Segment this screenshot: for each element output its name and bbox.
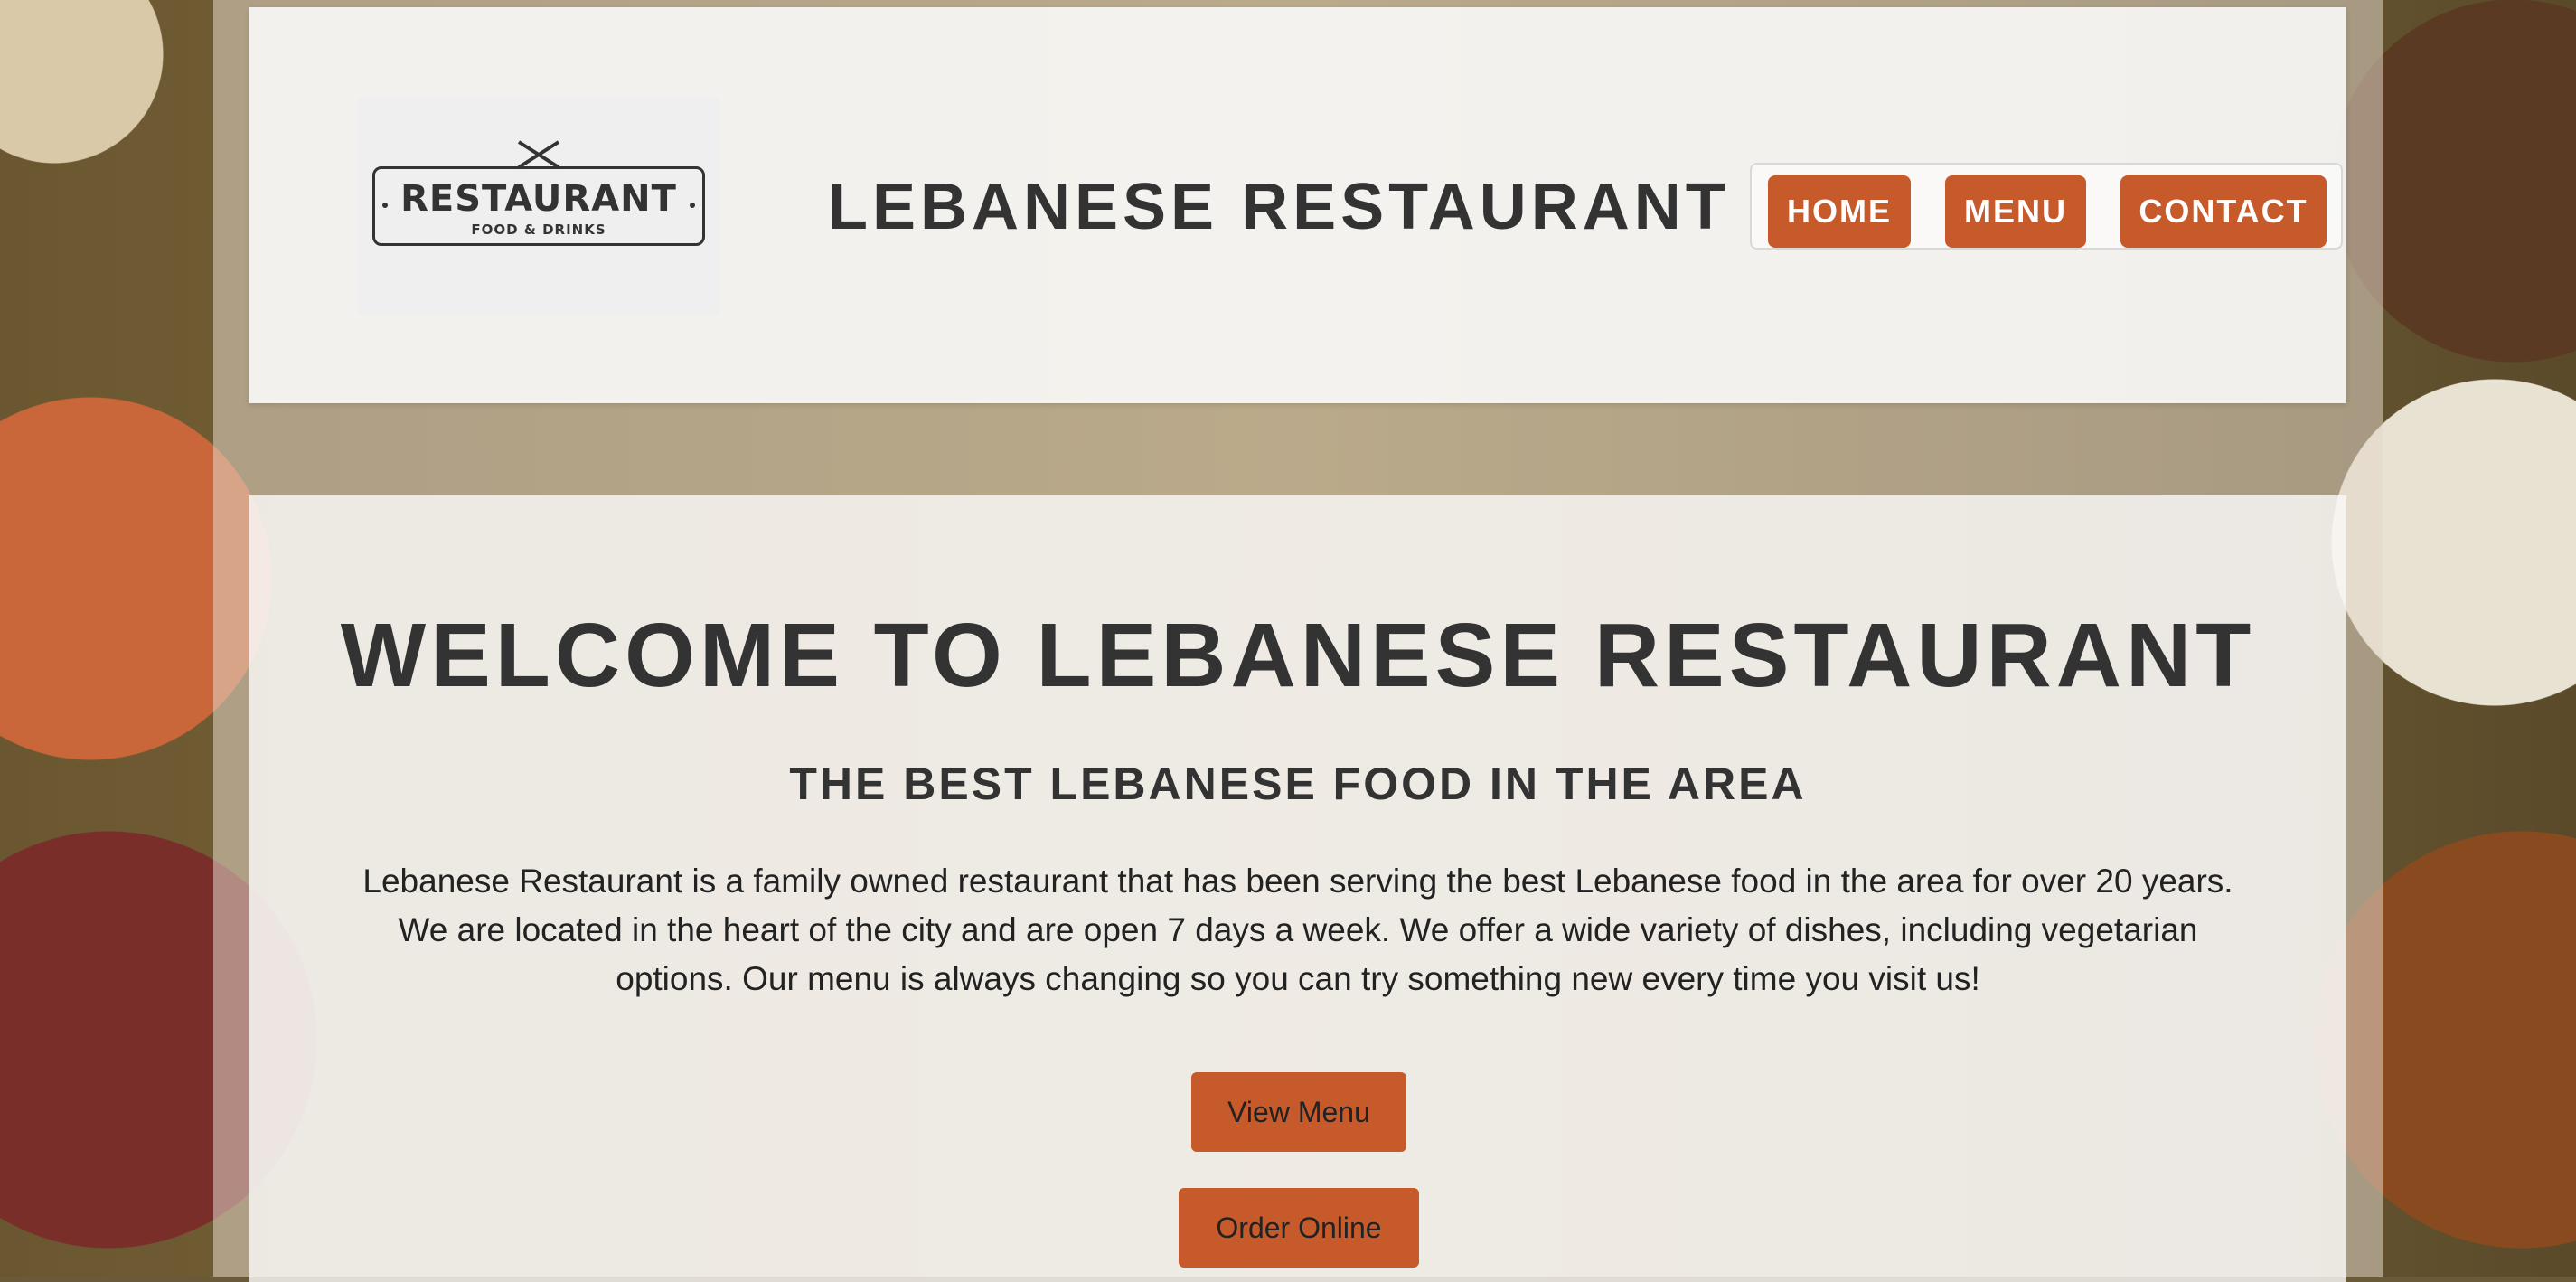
logo-main-text: RESTAURANT <box>400 178 677 220</box>
logo-badge: RESTAURANT FOOD & DRINKS <box>372 140 705 246</box>
site-title: LEBANESE RESTAURANT <box>828 171 1730 243</box>
nav-contact-button[interactable]: CONTACT <box>2120 175 2327 248</box>
logo-dot-right <box>689 202 695 208</box>
welcome-section: WELCOME TO LEBANESE RESTAURANT THE BEST … <box>249 495 2346 1282</box>
main-nav: HOME MENU CONTACT <box>1750 163 2343 250</box>
welcome-heading: WELCOME TO LEBANESE RESTAURANT <box>340 605 2256 706</box>
welcome-subheading: THE BEST LEBANESE FOOD IN THE AREA <box>789 759 1807 809</box>
site-header: RESTAURANT FOOD & DRINKS LEBANESE RESTAU… <box>249 7 2346 403</box>
cutlery-icon <box>517 140 560 169</box>
restaurant-description: Lebanese Restaurant is a family owned re… <box>362 863 2233 997</box>
view-menu-button[interactable]: View Menu <box>1191 1072 1406 1152</box>
restaurant-logo[interactable]: RESTAURANT FOOD & DRINKS <box>358 98 719 315</box>
order-online-button[interactable]: Order Online <box>1179 1188 1419 1268</box>
logo-dot-left <box>382 202 389 208</box>
nav-home-button[interactable]: HOME <box>1768 175 1911 248</box>
logo-sub-text: FOOD & DRINKS <box>471 222 606 238</box>
nav-menu-button[interactable]: MENU <box>1945 175 2086 248</box>
